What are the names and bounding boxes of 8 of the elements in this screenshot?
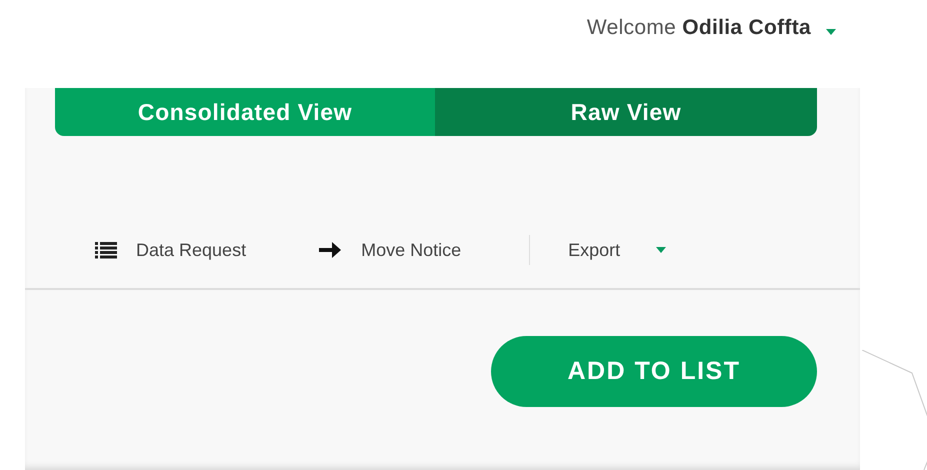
arrow-icon xyxy=(318,240,342,260)
export-dropdown[interactable]: Export xyxy=(568,240,668,260)
welcome-text: Welcome Odilia Coffta xyxy=(586,16,811,40)
list-icon xyxy=(95,241,117,259)
caret-icon xyxy=(655,246,668,254)
move-notice-button[interactable]: Move Notice xyxy=(318,240,462,260)
view-tab[interactable]: Raw View xyxy=(435,88,817,136)
data-request-button[interactable]: Data Request xyxy=(95,240,246,260)
